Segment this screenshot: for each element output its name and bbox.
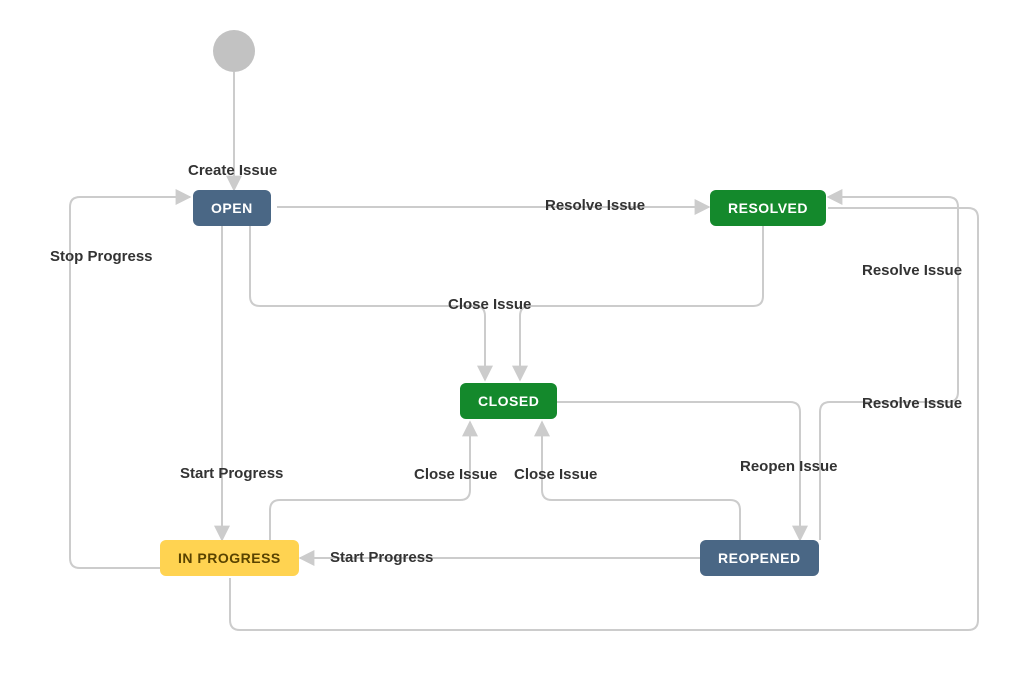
state-label: REOPENED [718, 550, 801, 566]
edges-layer [0, 0, 1024, 689]
state-label: IN PROGRESS [178, 550, 281, 566]
state-label: CLOSED [478, 393, 539, 409]
label-resolve-issue-1: Resolve Issue [545, 197, 645, 214]
state-open: OPEN [193, 190, 271, 226]
label-close-issue-2: Close Issue [414, 466, 497, 483]
label-stop-progress: Stop Progress [50, 248, 153, 265]
state-label: RESOLVED [728, 200, 808, 216]
label-close-issue-3: Close Issue [514, 466, 597, 483]
workflow-diagram: OPEN RESOLVED CLOSED IN PROGRESS REOPENE… [0, 0, 1024, 689]
state-closed: CLOSED [460, 383, 557, 419]
label-resolve-issue-3: Resolve Issue [862, 395, 962, 412]
label-resolve-issue-2: Resolve Issue [862, 262, 962, 279]
label-start-progress-1: Start Progress [180, 465, 283, 482]
start-node [213, 30, 255, 72]
state-label: OPEN [211, 200, 253, 216]
state-resolved: RESOLVED [710, 190, 826, 226]
label-create-issue: Create Issue [188, 162, 277, 179]
label-close-issue-1: Close Issue [448, 296, 531, 313]
label-start-progress-2: Start Progress [330, 549, 433, 566]
state-reopened: REOPENED [700, 540, 819, 576]
state-in-progress: IN PROGRESS [160, 540, 299, 576]
label-reopen-issue: Reopen Issue [740, 458, 838, 475]
